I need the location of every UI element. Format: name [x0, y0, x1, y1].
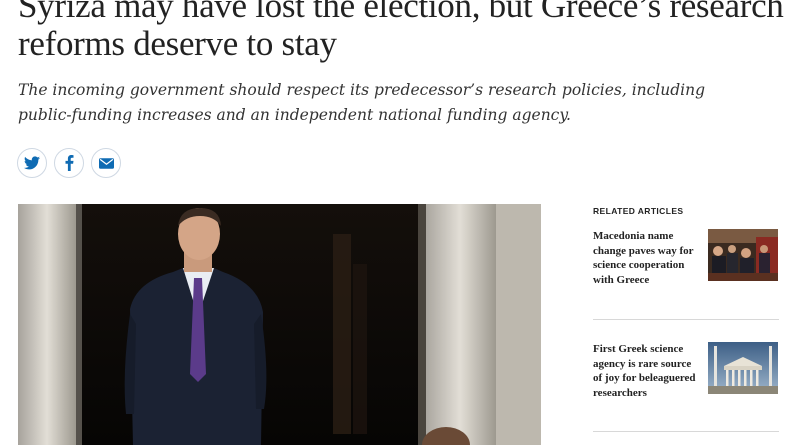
related-article-title[interactable]: Macedonia name change paves way for scie… — [593, 229, 701, 287]
facebook-icon — [65, 155, 73, 171]
article-standfirst: The incoming government should respect i… — [18, 81, 706, 124]
related-articles-heading: RELATED ARTICLES — [593, 206, 684, 216]
related-article-title[interactable]: First Greek science agency is rare sourc… — [593, 342, 701, 400]
email-icon — [98, 157, 114, 169]
related-article-thumbnail[interactable] — [708, 229, 778, 281]
share-facebook-button[interactable] — [54, 148, 84, 178]
share-email-button[interactable] — [91, 148, 121, 178]
hero-photo — [18, 204, 541, 445]
article-headline: Syriza may have lost the election, but G… — [18, 0, 784, 63]
share-twitter-button[interactable] — [17, 148, 47, 178]
related-article-thumbnail[interactable] — [708, 342, 778, 394]
twitter-icon — [24, 156, 40, 170]
related-divider — [593, 431, 779, 432]
related-divider — [593, 319, 779, 320]
share-bar — [17, 148, 121, 178]
